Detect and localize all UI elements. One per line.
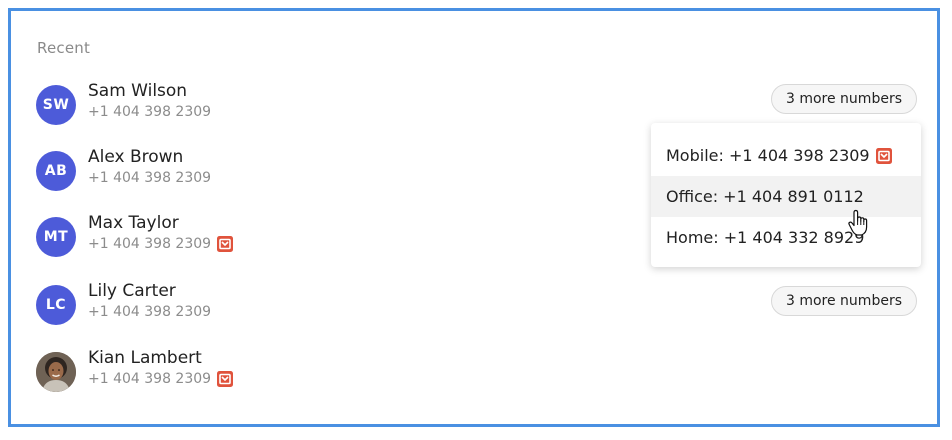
contact-name: Max Taylor: [88, 213, 179, 233]
more-numbers-dropdown: Mobile: +1 404 398 2309 Office: +1 404 8…: [651, 123, 921, 267]
avatar: MT: [36, 217, 76, 257]
avatar-photo-image: [36, 352, 76, 392]
contact-row-kian-lambert[interactable]: Kian Lambert +1 404 398 2309: [36, 348, 536, 398]
contact-phone: +1 404 398 2309: [88, 104, 212, 120]
dropdown-item-label: Home: +1 404 332 8929: [666, 228, 865, 247]
dropdown-item-office[interactable]: Office: +1 404 891 0112: [651, 176, 921, 217]
dropdown-item-mobile[interactable]: Mobile: +1 404 398 2309: [651, 135, 921, 176]
more-numbers-button[interactable]: 3 more numbers: [770, 286, 917, 316]
contact-phone: +1 404 398 2309: [88, 371, 212, 387]
avatar: SW: [36, 85, 76, 125]
contact-name: Kian Lambert: [88, 348, 202, 368]
avatar-photo: [36, 352, 76, 392]
contact-name: Alex Brown: [88, 147, 184, 167]
contact-name: Sam Wilson: [88, 81, 188, 101]
m-badge-icon: [875, 147, 892, 164]
dropdown-item-home[interactable]: Home: +1 404 332 8929: [651, 217, 921, 258]
contact-phone-row: +1 404 398 2309: [88, 304, 211, 320]
m-badge-icon: [217, 371, 234, 387]
avatar: LC: [36, 285, 76, 325]
section-title: Recent: [37, 39, 91, 57]
contact-phone-row: +1 404 398 2309: [88, 170, 211, 186]
contact-row-sam-wilson[interactable]: SW Sam Wilson +1 404 398 2309: [36, 81, 536, 131]
contact-phone-row: +1 404 398 2309: [88, 104, 211, 120]
contact-row-lily-carter[interactable]: LC Lily Carter +1 404 398 2309: [36, 281, 536, 331]
contact-phone: +1 404 398 2309: [88, 170, 212, 186]
more-numbers-button[interactable]: 3 more numbers: [770, 84, 917, 114]
contact-phone: +1 404 398 2309: [88, 304, 212, 320]
contact-phone: +1 404 398 2309: [88, 236, 212, 252]
avatar: AB: [36, 151, 76, 191]
m-badge-icon: [217, 236, 234, 252]
contact-phone-row: +1 404 398 2309: [88, 371, 234, 387]
dropdown-item-label: Mobile: +1 404 398 2309: [666, 146, 870, 165]
contact-row-alex-brown[interactable]: AB Alex Brown +1 404 398 2309: [36, 147, 536, 197]
dropdown-item-label: Office: +1 404 891 0112: [666, 187, 864, 206]
contact-row-max-taylor[interactable]: MT Max Taylor +1 404 398 2309: [36, 213, 536, 263]
hand-pointer-icon: [848, 209, 868, 236]
contact-phone-row: +1 404 398 2309: [88, 236, 234, 252]
contact-name: Lily Carter: [88, 281, 176, 301]
recent-contacts-panel: Recent SW Sam Wilson +1 404 398 2309 3 m…: [8, 8, 940, 427]
